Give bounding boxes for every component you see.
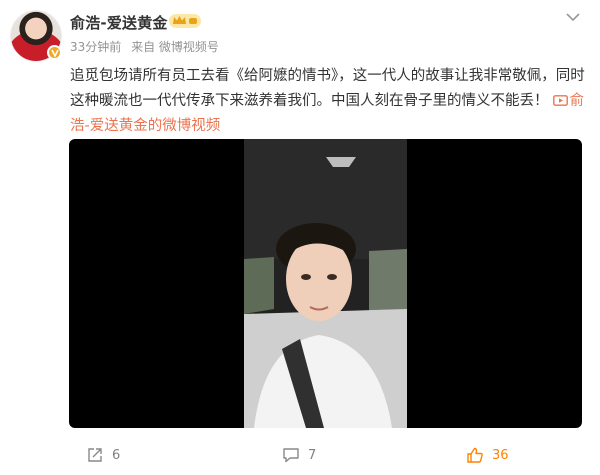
verified-badge-icon	[47, 45, 62, 60]
like-button[interactable]: 36	[466, 440, 509, 470]
post-text: 追觅包场请所有员工去看《给阿嬷的情书》，这一代人的故事让我非常敬佩，同时这种暖流…	[70, 64, 586, 139]
action-bar: 6 7 36	[0, 440, 600, 470]
weibo-post-card: 俞浩-爱送黄金 33分钟前 来自 微博视频号 追觅包场请所有员工去看《给阿嬷的情…	[0, 0, 600, 475]
video-thumbnail	[244, 139, 407, 428]
crown-icon[interactable]	[168, 12, 202, 30]
repost-button[interactable]: 6	[86, 440, 120, 470]
post-body: 追觅包场请所有员工去看《给阿嬷的情书》，这一代人的故事让我非常敬佩，同时这种暖流…	[70, 68, 585, 109]
post-meta: 33分钟前 来自 微博视频号	[70, 38, 225, 55]
thumb-up-icon	[467, 447, 483, 463]
repost-count: 6	[112, 447, 121, 463]
comment-icon	[283, 448, 299, 463]
post-time[interactable]: 33分钟前	[70, 40, 121, 54]
video-icon	[552, 95, 568, 106]
like-count: 36	[492, 447, 509, 463]
comment-count: 7	[308, 447, 317, 463]
post-source[interactable]: 来自 微博视频号	[131, 40, 219, 54]
video-frame	[244, 139, 407, 428]
chevron-down-icon[interactable]	[566, 12, 580, 22]
author-name[interactable]: 俞浩-爱送黄金	[70, 12, 168, 33]
comment-button[interactable]: 7	[282, 440, 316, 470]
share-icon	[88, 448, 102, 462]
video-player[interactable]	[69, 139, 582, 428]
